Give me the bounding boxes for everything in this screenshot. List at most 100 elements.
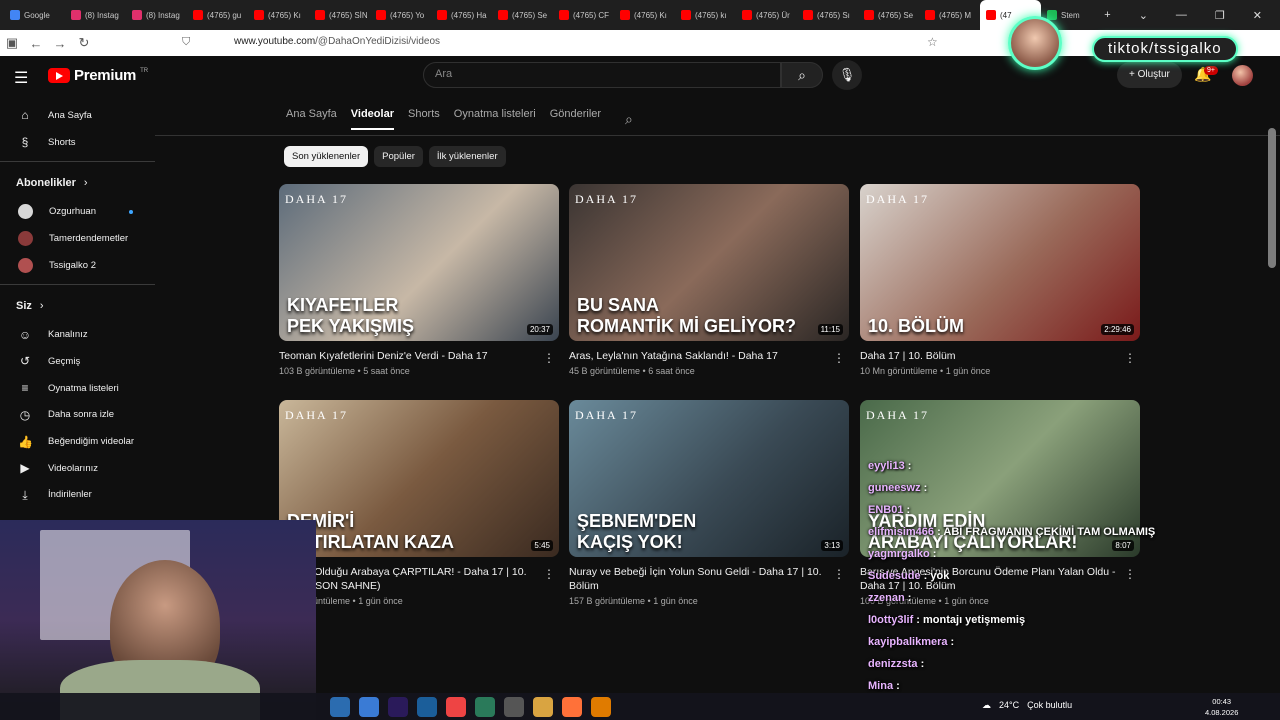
taskbar-app-icon[interactable] — [388, 697, 408, 717]
tab-favicon-icon — [742, 10, 752, 20]
taskbar-app-icon[interactable] — [359, 697, 379, 717]
channel-tab[interactable]: Ana Sayfa — [286, 108, 337, 130]
taskbar-app-icon[interactable] — [533, 697, 553, 717]
video-title[interactable]: Teoman Kıyafetlerini Deniz'e Verdi - Dah… — [279, 349, 537, 363]
video-thumbnail[interactable]: DAHA 17 10. BÖLÜM 2:29:46 — [860, 184, 1140, 341]
video-title[interactable]: Aras, Leyla'nın Yatağına Saklandı! - Dah… — [569, 349, 827, 363]
forward-icon[interactable]: → — [48, 36, 72, 51]
video-thumbnail[interactable]: DAHA 17 KIYAFETLER PEK YAKIŞMIŞ 20:37 — [279, 184, 559, 341]
sidebar-item-ana-sayfa[interactable]: ⌂ Ana Sayfa — [0, 102, 155, 129]
video-card[interactable]: DAHA 17 ŞEBNEM'DEN KAÇIŞ YOK! 3:13 Nuray ve … — [569, 400, 849, 606]
video-card[interactable]: DAHA 17 10. BÖLÜM 2:29:46 Daha 17 | 10. Böl… — [860, 184, 1140, 376]
sort-chip[interactable]: İlk yüklenenler — [428, 146, 506, 167]
channel-tab[interactable]: Oynatma listeleri — [454, 108, 536, 130]
browser-tab[interactable]: (4765) Kı — [614, 0, 675, 30]
video-thumbnail[interactable]: DAHA 17 BU SANA ROMANTİK Mİ GELİYOR? 11:15 — [569, 184, 849, 341]
browser-tab[interactable]: (4765) kı — [675, 0, 736, 30]
minimize-icon[interactable]: — — [1176, 9, 1187, 21]
close-icon[interactable]: ✕ — [1253, 9, 1262, 22]
scrollbar[interactable] — [1268, 128, 1276, 268]
tab-list-icon[interactable]: ⌄ — [1139, 9, 1148, 22]
reload-icon[interactable]: ↻ — [72, 35, 96, 51]
taskbar-app-icon[interactable] — [504, 697, 524, 717]
browser-tab[interactable]: (4765) gu — [187, 0, 248, 30]
search-input[interactable]: Ara — [423, 62, 781, 88]
back-icon[interactable]: ← — [24, 36, 48, 51]
browser-tab[interactable]: Google — [4, 0, 65, 30]
weather-widget[interactable]: ☁ 24°C Çok bulutlu — [982, 700, 1072, 711]
video-meta: 10 Mn görüntüleme • 1 gün önce — [860, 366, 991, 376]
thumbnail-caption: BU SANA ROMANTİK Mİ GELİYOR? — [577, 295, 796, 336]
youtube-premium-logo[interactable]: Premium TR — [48, 67, 148, 84]
sidebar-subscription[interactable]: Tssigalko 2 — [0, 252, 155, 279]
sidebar-item-you[interactable]: ◷ Daha sonra izle — [0, 402, 155, 429]
browser-tab[interactable]: (8) Instag — [126, 0, 187, 30]
channel-tab[interactable]: Shorts — [408, 108, 440, 130]
taskbar-app-icon[interactable] — [330, 697, 350, 717]
site-info-icon[interactable]: ⛉ — [182, 36, 190, 49]
chat-text: : — [917, 658, 925, 670]
search-button[interactable]: ⌕ — [781, 62, 823, 88]
new-tab-button[interactable]: + — [1104, 9, 1110, 21]
sidebar-item-you[interactable]: ⤓ İndirilenler — [0, 482, 155, 509]
browser-tab[interactable]: (4765) CF — [553, 0, 614, 30]
browser-tab[interactable]: (4765) M — [919, 0, 980, 30]
avatar[interactable] — [1232, 65, 1253, 86]
bookmark-star-icon[interactable]: ☆ — [927, 35, 938, 49]
streamer-avatar-overlay — [1008, 16, 1062, 70]
subscriptions-heading[interactable]: Abonelikler › — [0, 168, 155, 198]
sidebar-subscription[interactable]: Tamerdendemetler — [0, 225, 155, 252]
channel-tab[interactable]: Gönderiler — [550, 108, 601, 130]
browser-tab[interactable]: (4765) Yo — [370, 0, 431, 30]
restore-icon[interactable]: ❐ — [1215, 9, 1225, 22]
url-field[interactable]: www.youtube.com/@DahaOnYediDizisi/videos — [234, 36, 440, 47]
voice-search-button[interactable]: 🎙 — [832, 60, 862, 90]
browser-tab[interactable]: (4765) Se — [858, 0, 919, 30]
system-clock[interactable]: 00:43 4.08.2026 — [1205, 696, 1238, 718]
sidebar-toggle-icon[interactable]: ▣ — [0, 35, 24, 51]
browser-tab[interactable]: (4765) Sı — [797, 0, 858, 30]
video-title[interactable]: Nuray ve Bebeği İçin Yolun Sonu Geldi - … — [569, 565, 827, 593]
create-button[interactable]: + Oluştur — [1117, 62, 1182, 88]
video-title[interactable]: Daha 17 | 10. Bölüm — [860, 349, 1118, 363]
browser-tab[interactable]: (4765) Kı — [248, 0, 309, 30]
sidebar-item-you[interactable]: ≡ Oynatma listeleri — [0, 375, 155, 402]
more-options-icon[interactable]: ⋮ — [833, 351, 845, 365]
browser-tab[interactable]: (4765) Ür — [736, 0, 797, 30]
menu-icon[interactable]: ☰ — [14, 68, 28, 88]
channel-brand-mark: DAHA 17 — [866, 408, 930, 422]
video-thumbnail[interactable]: DAHA 17 DEMİR'İ HATIRLATAN KAZA 5:45 — [279, 400, 559, 557]
video-thumbnail[interactable]: DAHA 17 ŞEBNEM'DEN KAÇIŞ YOK! 3:13 — [569, 400, 849, 557]
video-card[interactable]: DAHA 17 BU SANA ROMANTİK Mİ GELİYOR? 11:15 A… — [569, 184, 849, 376]
sort-chip[interactable]: Popüler — [374, 146, 423, 167]
sidebar-item-shorts[interactable]: § Shorts — [0, 129, 155, 156]
you-heading[interactable]: Siz › — [0, 291, 155, 321]
browser-tab[interactable]: (8) Instag — [65, 0, 126, 30]
channel-tab[interactable]: Videolar — [350, 108, 394, 130]
account-icon: ☺ — [18, 327, 32, 342]
sidebar-item-you[interactable]: 👍 Beğendiğim videolar — [0, 428, 155, 455]
taskbar-app-icon[interactable] — [562, 697, 582, 717]
more-options-icon[interactable]: ⋮ — [1124, 351, 1136, 365]
sidebar-item-you[interactable]: ↺ Geçmiş — [0, 348, 155, 375]
video-card[interactable]: DAHA 17 DEMİR'İ HATIRLATAN KAZA 5:45 Aras'ın… — [279, 400, 559, 606]
sort-chip[interactable]: Son yüklenenler — [284, 146, 369, 167]
taskbar-app-icon[interactable] — [591, 697, 611, 717]
taskbar-app-icon[interactable] — [417, 697, 437, 717]
more-options-icon[interactable]: ⋮ — [543, 351, 555, 365]
video-title[interactable]: Aras'ın Olduğu Arabaya ÇARPTILAR! - Daha… — [279, 565, 537, 593]
taskbar-app-icon[interactable] — [446, 697, 466, 717]
more-options-icon[interactable]: ⋮ — [543, 567, 555, 581]
sidebar-item-you[interactable]: ▶ Videolarınız — [0, 455, 155, 482]
shorts-icon: § — [21, 135, 29, 150]
tab-favicon-icon — [986, 10, 996, 20]
video-card[interactable]: DAHA 17 KIYAFETLER PEK YAKIŞMIŞ 20:37 Teoman… — [279, 184, 559, 376]
browser-tab[interactable]: (4765) Ha — [431, 0, 492, 30]
browser-tab[interactable]: (4765) Se — [492, 0, 553, 30]
sidebar-subscription[interactable]: Ozgurhuan — [0, 198, 155, 225]
channel-search-icon[interactable]: ⌕ — [625, 111, 633, 128]
browser-tab[interactable]: (4765) SİN — [309, 0, 370, 30]
more-options-icon[interactable]: ⋮ — [833, 567, 845, 581]
sidebar-item-you[interactable]: ☺ Kanalınız — [0, 321, 155, 348]
taskbar-app-icon[interactable] — [475, 697, 495, 717]
